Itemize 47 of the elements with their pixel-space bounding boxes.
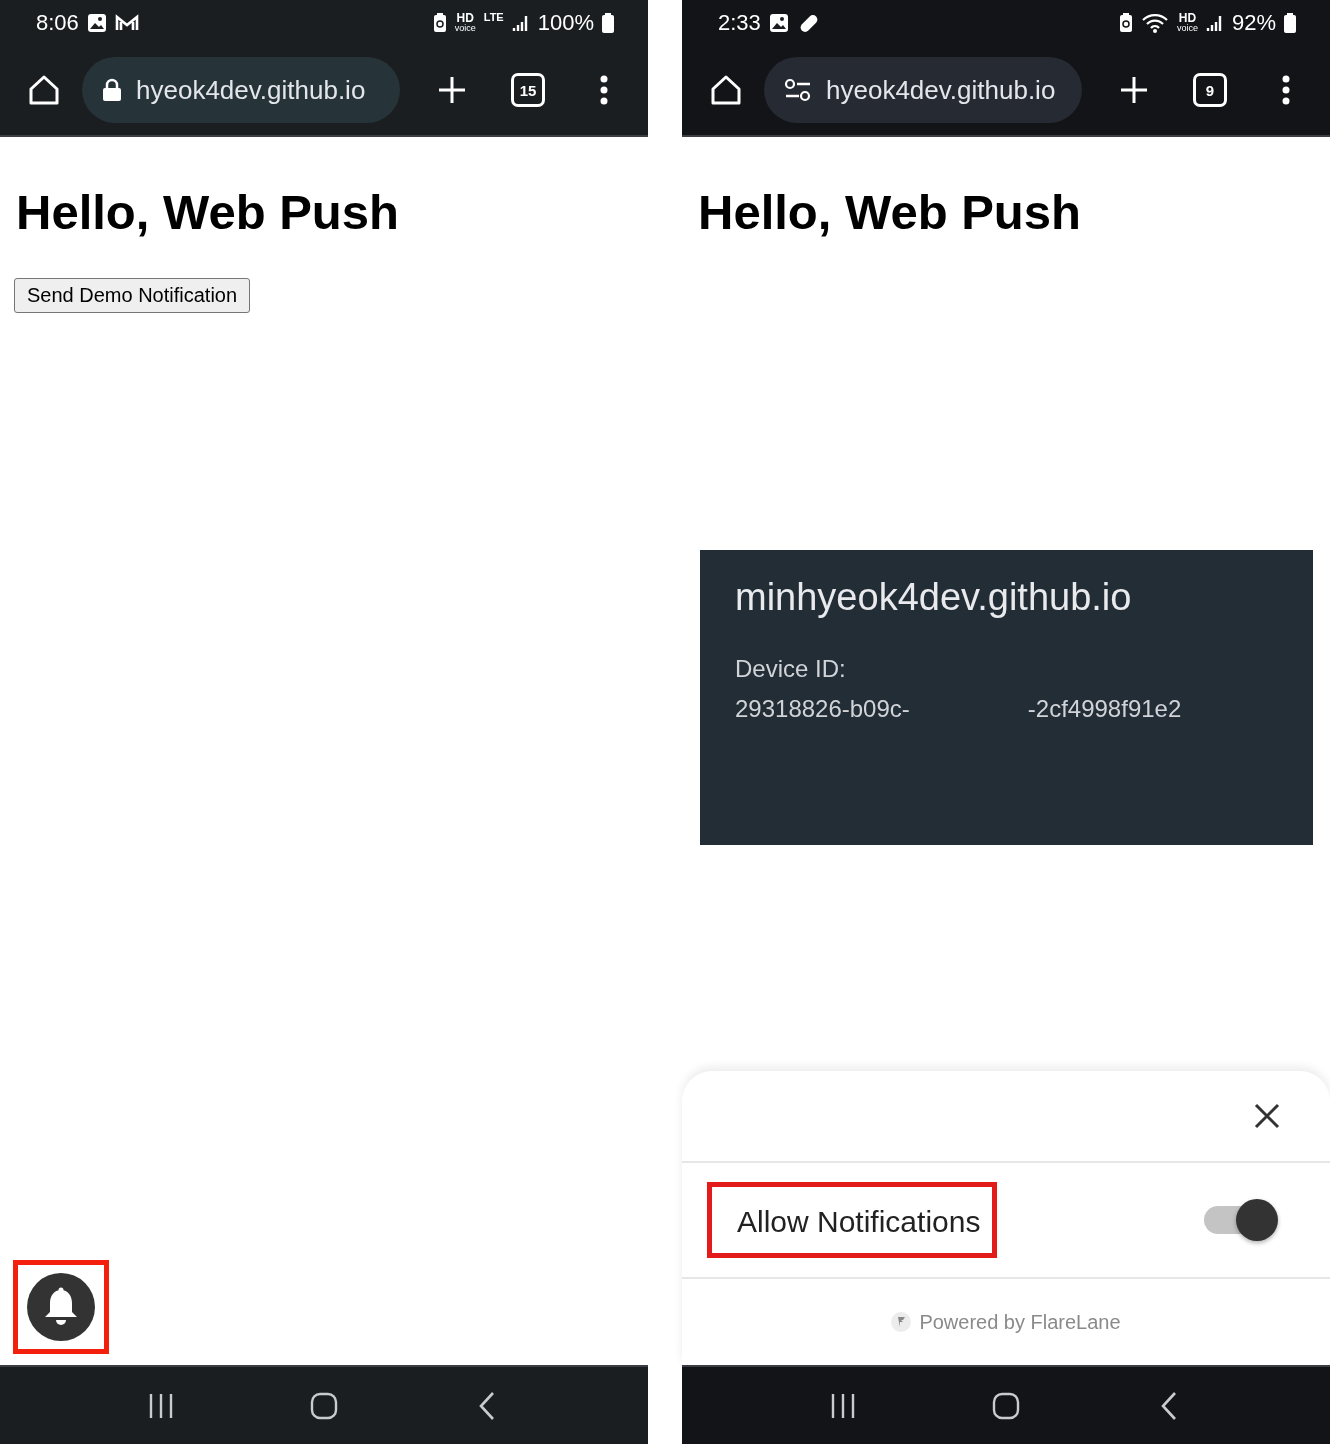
rounded-square-icon bbox=[992, 1391, 1020, 1420]
url-text: hyeok4dev.github.io bbox=[826, 74, 1056, 106]
mail-icon bbox=[114, 13, 139, 32]
plus-icon bbox=[1119, 75, 1149, 105]
hd-label: HD bbox=[456, 12, 474, 24]
voice-label: voice bbox=[1176, 24, 1198, 33]
close-icon bbox=[1254, 1103, 1280, 1129]
signal-icon bbox=[511, 13, 530, 32]
send-notification-button[interactable]: Send Demo Notification bbox=[14, 277, 251, 313]
powered-by-text: Powered by FlareLane bbox=[919, 1310, 1121, 1334]
voice-label: voice bbox=[454, 24, 476, 33]
device-id-label: Device ID: bbox=[735, 654, 847, 683]
battery-saver-icon bbox=[1118, 12, 1133, 33]
battery-icon bbox=[602, 12, 614, 33]
menu-icon bbox=[1282, 75, 1290, 105]
tab-count-button[interactable]: 9 bbox=[1193, 73, 1227, 107]
notification-switch[interactable] bbox=[1204, 1199, 1278, 1241]
battery-saver-icon bbox=[432, 12, 447, 33]
device-id-end: -2cf4998f91e2 bbox=[1027, 694, 1182, 723]
image-icon bbox=[768, 12, 789, 33]
page-heading: Hello, Web Push bbox=[698, 184, 1082, 241]
tune-icon[interactable] bbox=[784, 78, 812, 102]
tab-count-button[interactable]: 15 bbox=[511, 73, 545, 107]
address-bar[interactable]: hyeok4dev.github.io bbox=[82, 57, 400, 123]
address-bar[interactable]: hyeok4dev.github.io bbox=[764, 57, 1082, 123]
plus-icon bbox=[437, 75, 467, 105]
flame-logo-icon bbox=[891, 1312, 912, 1332]
close-button[interactable] bbox=[1254, 1103, 1280, 1129]
hd-label: HD bbox=[1178, 12, 1197, 24]
network-label: LTE bbox=[483, 11, 504, 23]
notification-title: minhyeok4dev.github.io bbox=[735, 575, 1133, 619]
battery-level: 92% bbox=[1231, 9, 1276, 36]
battery-level: 100% bbox=[537, 9, 594, 36]
signal-icon bbox=[1205, 13, 1224, 32]
device-id-start: 29318826-b09c- bbox=[735, 694, 910, 723]
house-icon bbox=[709, 73, 743, 107]
option-label: Allow Notifications bbox=[737, 1205, 981, 1238]
image-icon bbox=[86, 12, 107, 33]
house-icon bbox=[27, 73, 61, 107]
page-heading: Hello, Web Push bbox=[16, 184, 400, 241]
status-time: 2:33 bbox=[718, 9, 761, 36]
lock-icon[interactable] bbox=[102, 78, 122, 102]
battery-icon bbox=[1284, 12, 1296, 33]
menu-icon bbox=[600, 75, 608, 105]
rounded-square-icon bbox=[310, 1391, 338, 1420]
status-time: 8:06 bbox=[36, 9, 79, 36]
url-text: hyeok4dev.github.io bbox=[136, 74, 366, 106]
